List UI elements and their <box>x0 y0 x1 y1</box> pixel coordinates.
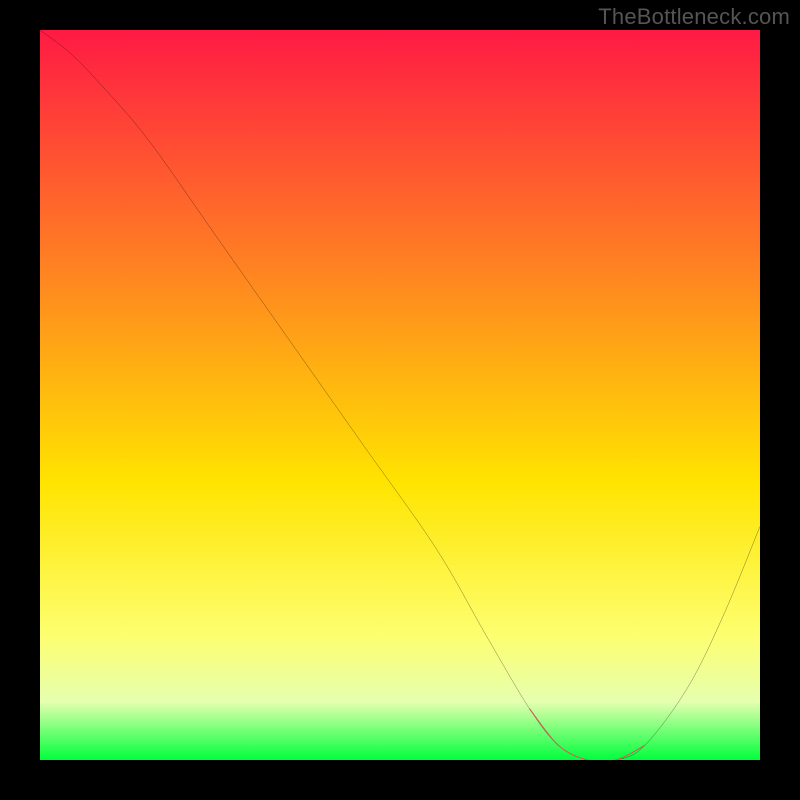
chart-container: TheBottleneck.com <box>0 0 800 800</box>
bottleneck-chart <box>40 30 760 760</box>
watermark-text: TheBottleneck.com <box>598 4 790 30</box>
